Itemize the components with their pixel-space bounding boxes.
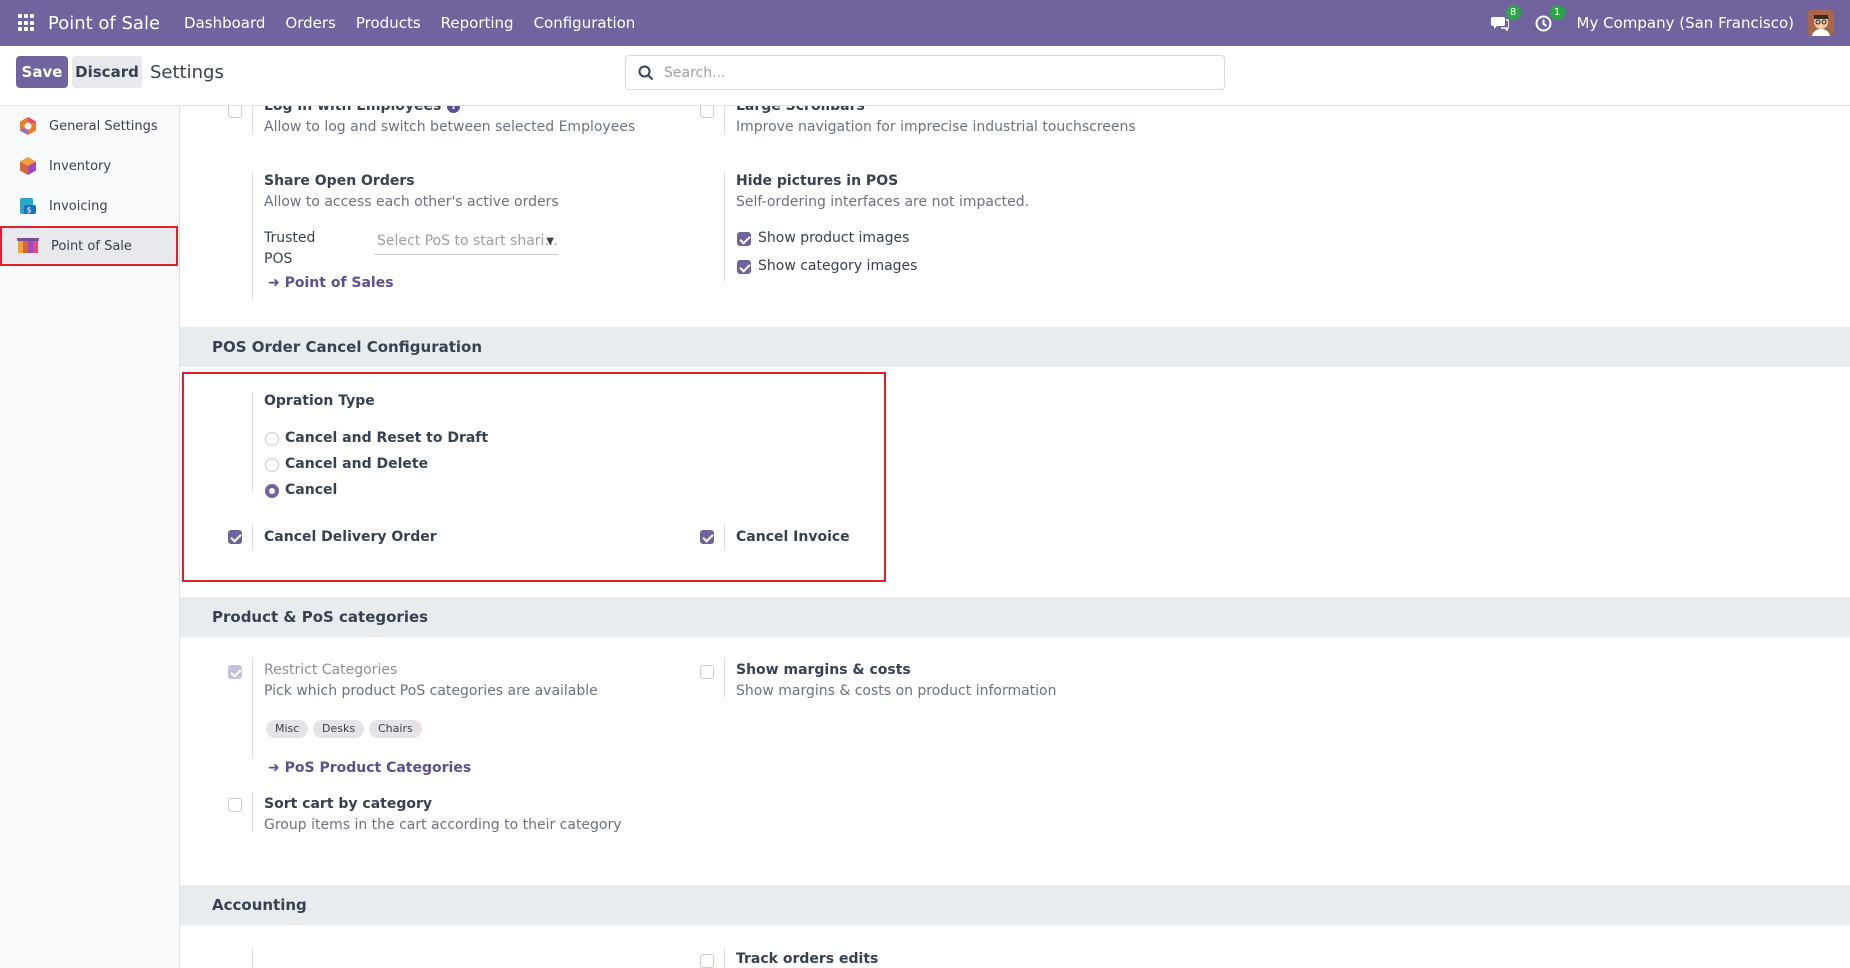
sidebar-item-label: Point of Sale [51,238,132,254]
activity-clock-icon[interactable]: 1 [1533,5,1565,34]
setting-divider [252,658,253,758]
show-product-images-checkbox[interactable] [737,232,751,246]
arrow-right-icon: ➜ [268,760,285,776]
page-title: Settings [150,62,224,83]
setting-divider [252,106,253,134]
settings-content: Log in with Employees? Allow to log and … [180,106,1850,968]
setting-divider [252,792,253,832]
sort-cart-desc: Group items in the cart according to the… [264,817,622,833]
log-in-employees-title: Log in with Employees? [264,106,461,114]
top-navbar: Point of Sale Dashboard Orders Products … [0,0,1850,46]
setting-divider [724,948,725,968]
discard-button[interactable]: Discard [72,56,142,88]
setting-divider [252,948,253,968]
menu-configuration[interactable]: Configuration [524,14,646,32]
show-category-images-checkbox[interactable] [737,260,751,274]
sidebar-item-invoicing[interactable]: $ Invoicing [0,186,178,226]
log-in-employees-desc: Allow to log and switch between selected… [264,119,636,135]
trusted-pos-label-1: Trusted [264,230,316,246]
trusted-pos-select[interactable]: Select PoS to start shari... ▼ [374,233,558,255]
settings-sidebar: General Settings Inventory $ Invoicing P… [0,106,180,968]
log-in-employees-checkbox[interactable] [228,106,242,118]
point-of-sales-link[interactable]: ➜ Point of Sales [268,275,394,291]
highlight-box [182,372,886,582]
sidebar-item-label: Inventory [49,158,112,174]
track-orders-edits-title: Track orders edits [736,951,879,967]
search-input[interactable] [664,64,1204,81]
general-settings-icon [20,117,36,135]
user-avatar[interactable] [1808,10,1834,36]
caret-down-icon: ▼ [546,236,554,247]
track-orders-edits-checkbox[interactable] [700,954,714,968]
show-product-images-label: Show product images [758,230,910,246]
setting-divider [724,106,725,134]
restrict-categories-title: Restrict Categories [264,662,398,678]
app-brand[interactable]: Point of Sale [48,13,160,34]
category-tag[interactable]: Misc [266,720,309,738]
category-tag[interactable]: Chairs [369,720,422,738]
messages-icon[interactable]: 8 [1489,5,1521,34]
restrict-categories-desc: Pick which product PoS categories are av… [264,683,598,699]
app-grid-icon[interactable] [18,14,36,32]
setting-divider [724,172,725,282]
systray: 8 1 My Company (San Francisco) [1489,0,1850,46]
show-margins-desc: Show margins & costs on product informat… [736,683,1057,699]
sidebar-item-point-of-sale[interactable]: Point of Sale [0,226,178,266]
menu-reporting[interactable]: Reporting [431,14,524,32]
help-icon[interactable]: ? [447,106,461,113]
restrict-categories-checkbox[interactable] [228,665,242,679]
svg-text:$: $ [27,206,32,215]
section-header-cancel-config: POS Order Cancel Configuration [180,327,1850,367]
save-button[interactable]: Save [16,56,68,88]
hide-pictures-desc: Self-ordering interfaces are not impacte… [736,194,1030,210]
menu-orders[interactable]: Orders [275,14,345,32]
category-tag[interactable]: Desks [313,720,365,738]
section-header-categories: Product & PoS categories [180,597,1850,637]
large-scrollbars-title: Large Scrollbars [736,106,865,114]
point-of-sale-icon [17,238,39,253]
trusted-pos-label-2: POS [264,251,293,267]
menu-dashboard[interactable]: Dashboard [174,14,275,32]
sidebar-item-general-settings[interactable]: General Settings [0,106,178,146]
invoicing-icon: $ [20,198,36,215]
show-category-images-label: Show category images [758,258,918,274]
main-menu: Dashboard Orders Products Reporting Conf… [174,14,645,32]
menu-products[interactable]: Products [346,14,431,32]
trusted-pos-placeholder: Select PoS to start shari... [377,233,558,249]
search-icon [638,65,654,80]
sidebar-item-label: Invoicing [49,198,108,214]
arrow-right-icon: ➜ [268,275,285,291]
section-header-accounting: Accounting [180,885,1850,925]
sidebar-item-label: General Settings [49,118,158,134]
messages-badge: 8 [1505,5,1521,20]
inventory-icon [20,157,36,175]
activities-badge: 1 [1549,5,1565,20]
company-switcher[interactable]: My Company (San Francisco) [1577,14,1794,32]
large-scrollbars-desc: Improve navigation for imprecise industr… [736,119,1136,135]
hide-pictures-title: Hide pictures in POS [736,173,899,189]
sort-cart-checkbox[interactable] [228,798,242,812]
show-margins-checkbox[interactable] [700,665,714,679]
control-panel: Save Discard Settings [0,46,1850,106]
search-box [625,55,1225,90]
pos-product-categories-link[interactable]: ➜ PoS Product Categories [268,760,471,776]
sidebar-item-inventory[interactable]: Inventory [0,146,178,186]
sort-cart-title: Sort cart by category [264,796,433,812]
setting-divider [724,658,725,698]
setting-divider [252,172,253,300]
share-open-orders-desc: Allow to access each other's active orde… [264,194,559,210]
show-margins-title: Show margins & costs [736,662,911,678]
share-open-orders-title: Share Open Orders [264,173,415,189]
large-scrollbars-checkbox[interactable] [700,106,714,118]
